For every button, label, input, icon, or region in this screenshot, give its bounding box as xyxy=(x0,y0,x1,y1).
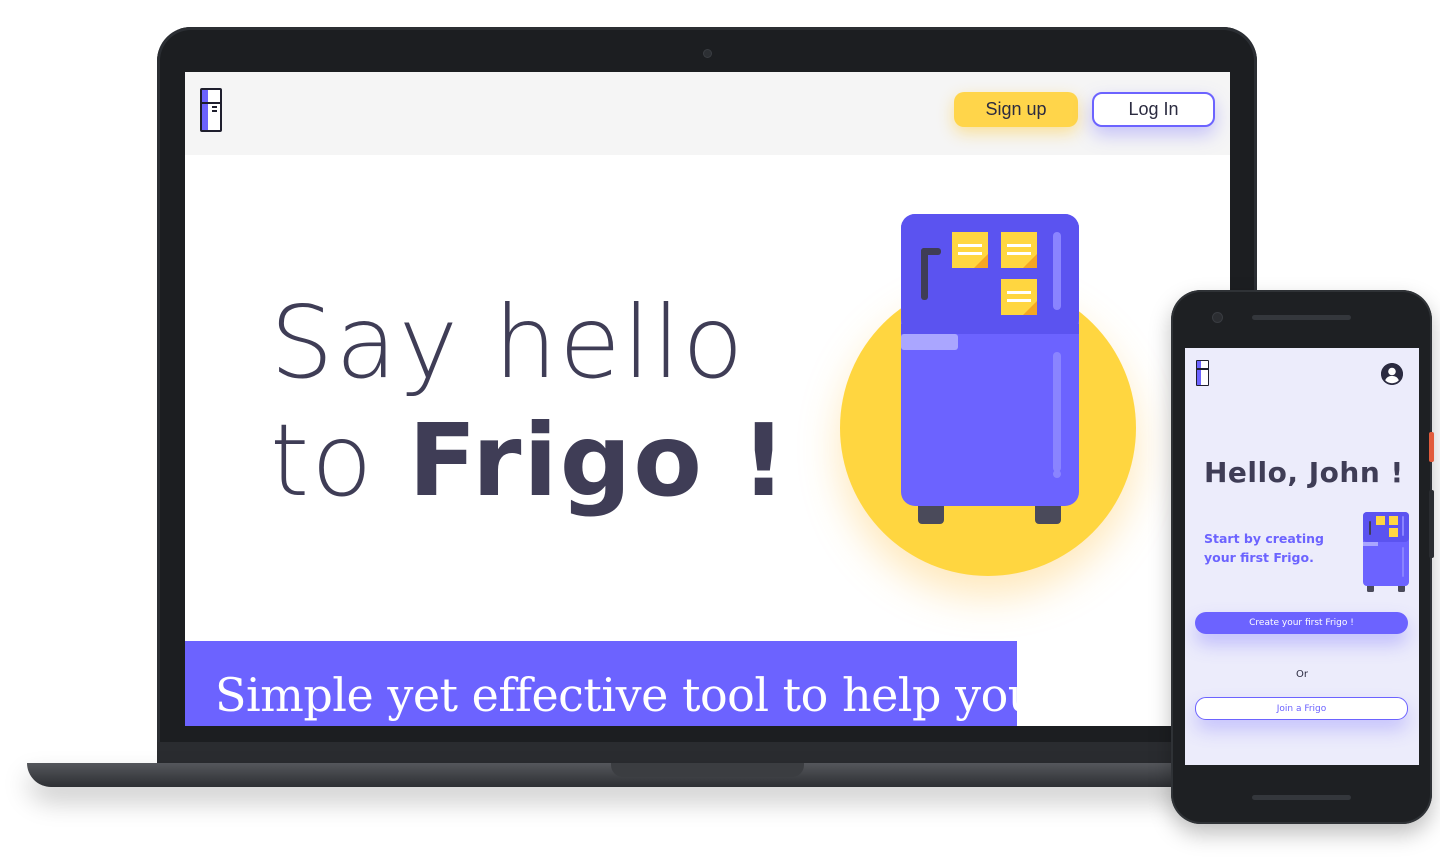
tagline-text: Simple yet effective tool to help you xyxy=(215,668,1037,722)
phone-speaker xyxy=(1252,315,1351,320)
laptop-hinge xyxy=(157,742,1257,764)
hero-title-line2-strong: Frigo ! xyxy=(408,402,789,519)
laptop-camera xyxy=(704,50,711,57)
phone-home-bar xyxy=(1252,795,1351,800)
greeting-title: Hello, John ! xyxy=(1204,456,1404,489)
create-frigo-button[interactable]: Create your first Frigo ! xyxy=(1195,612,1408,634)
fridge-with-sticky-notes-icon xyxy=(901,214,1079,524)
hero-title-line1: Say hello xyxy=(270,284,746,401)
signup-button[interactable]: Sign up xyxy=(954,92,1078,127)
phone-volume-button xyxy=(1429,490,1434,558)
phone-camera xyxy=(1213,313,1222,322)
laptop-screen: Sign up Log In Say hello to Frigo ! Simp… xyxy=(185,72,1230,726)
phone-screen: Hello, John ! Start by creating your fir… xyxy=(1185,348,1419,765)
login-button[interactable]: Log In xyxy=(1092,92,1215,127)
user-account-icon[interactable] xyxy=(1381,363,1403,385)
greeting-subtitle: Start by creating your first Frigo. xyxy=(1204,531,1324,565)
join-frigo-button[interactable]: Join a Frigo xyxy=(1195,697,1408,720)
or-separator: Or xyxy=(1296,669,1308,680)
hero-title-line2-prefix: to xyxy=(270,402,409,519)
site-header: Sign up Log In xyxy=(185,72,1230,155)
hero-title: Say hello to Frigo ! xyxy=(270,284,830,520)
laptop-notch xyxy=(611,763,804,777)
fridge-logo-icon[interactable] xyxy=(200,88,222,132)
fridge-with-sticky-notes-icon xyxy=(1363,512,1409,592)
fridge-logo-icon[interactable] xyxy=(1196,360,1209,386)
phone-power-button xyxy=(1429,432,1434,462)
